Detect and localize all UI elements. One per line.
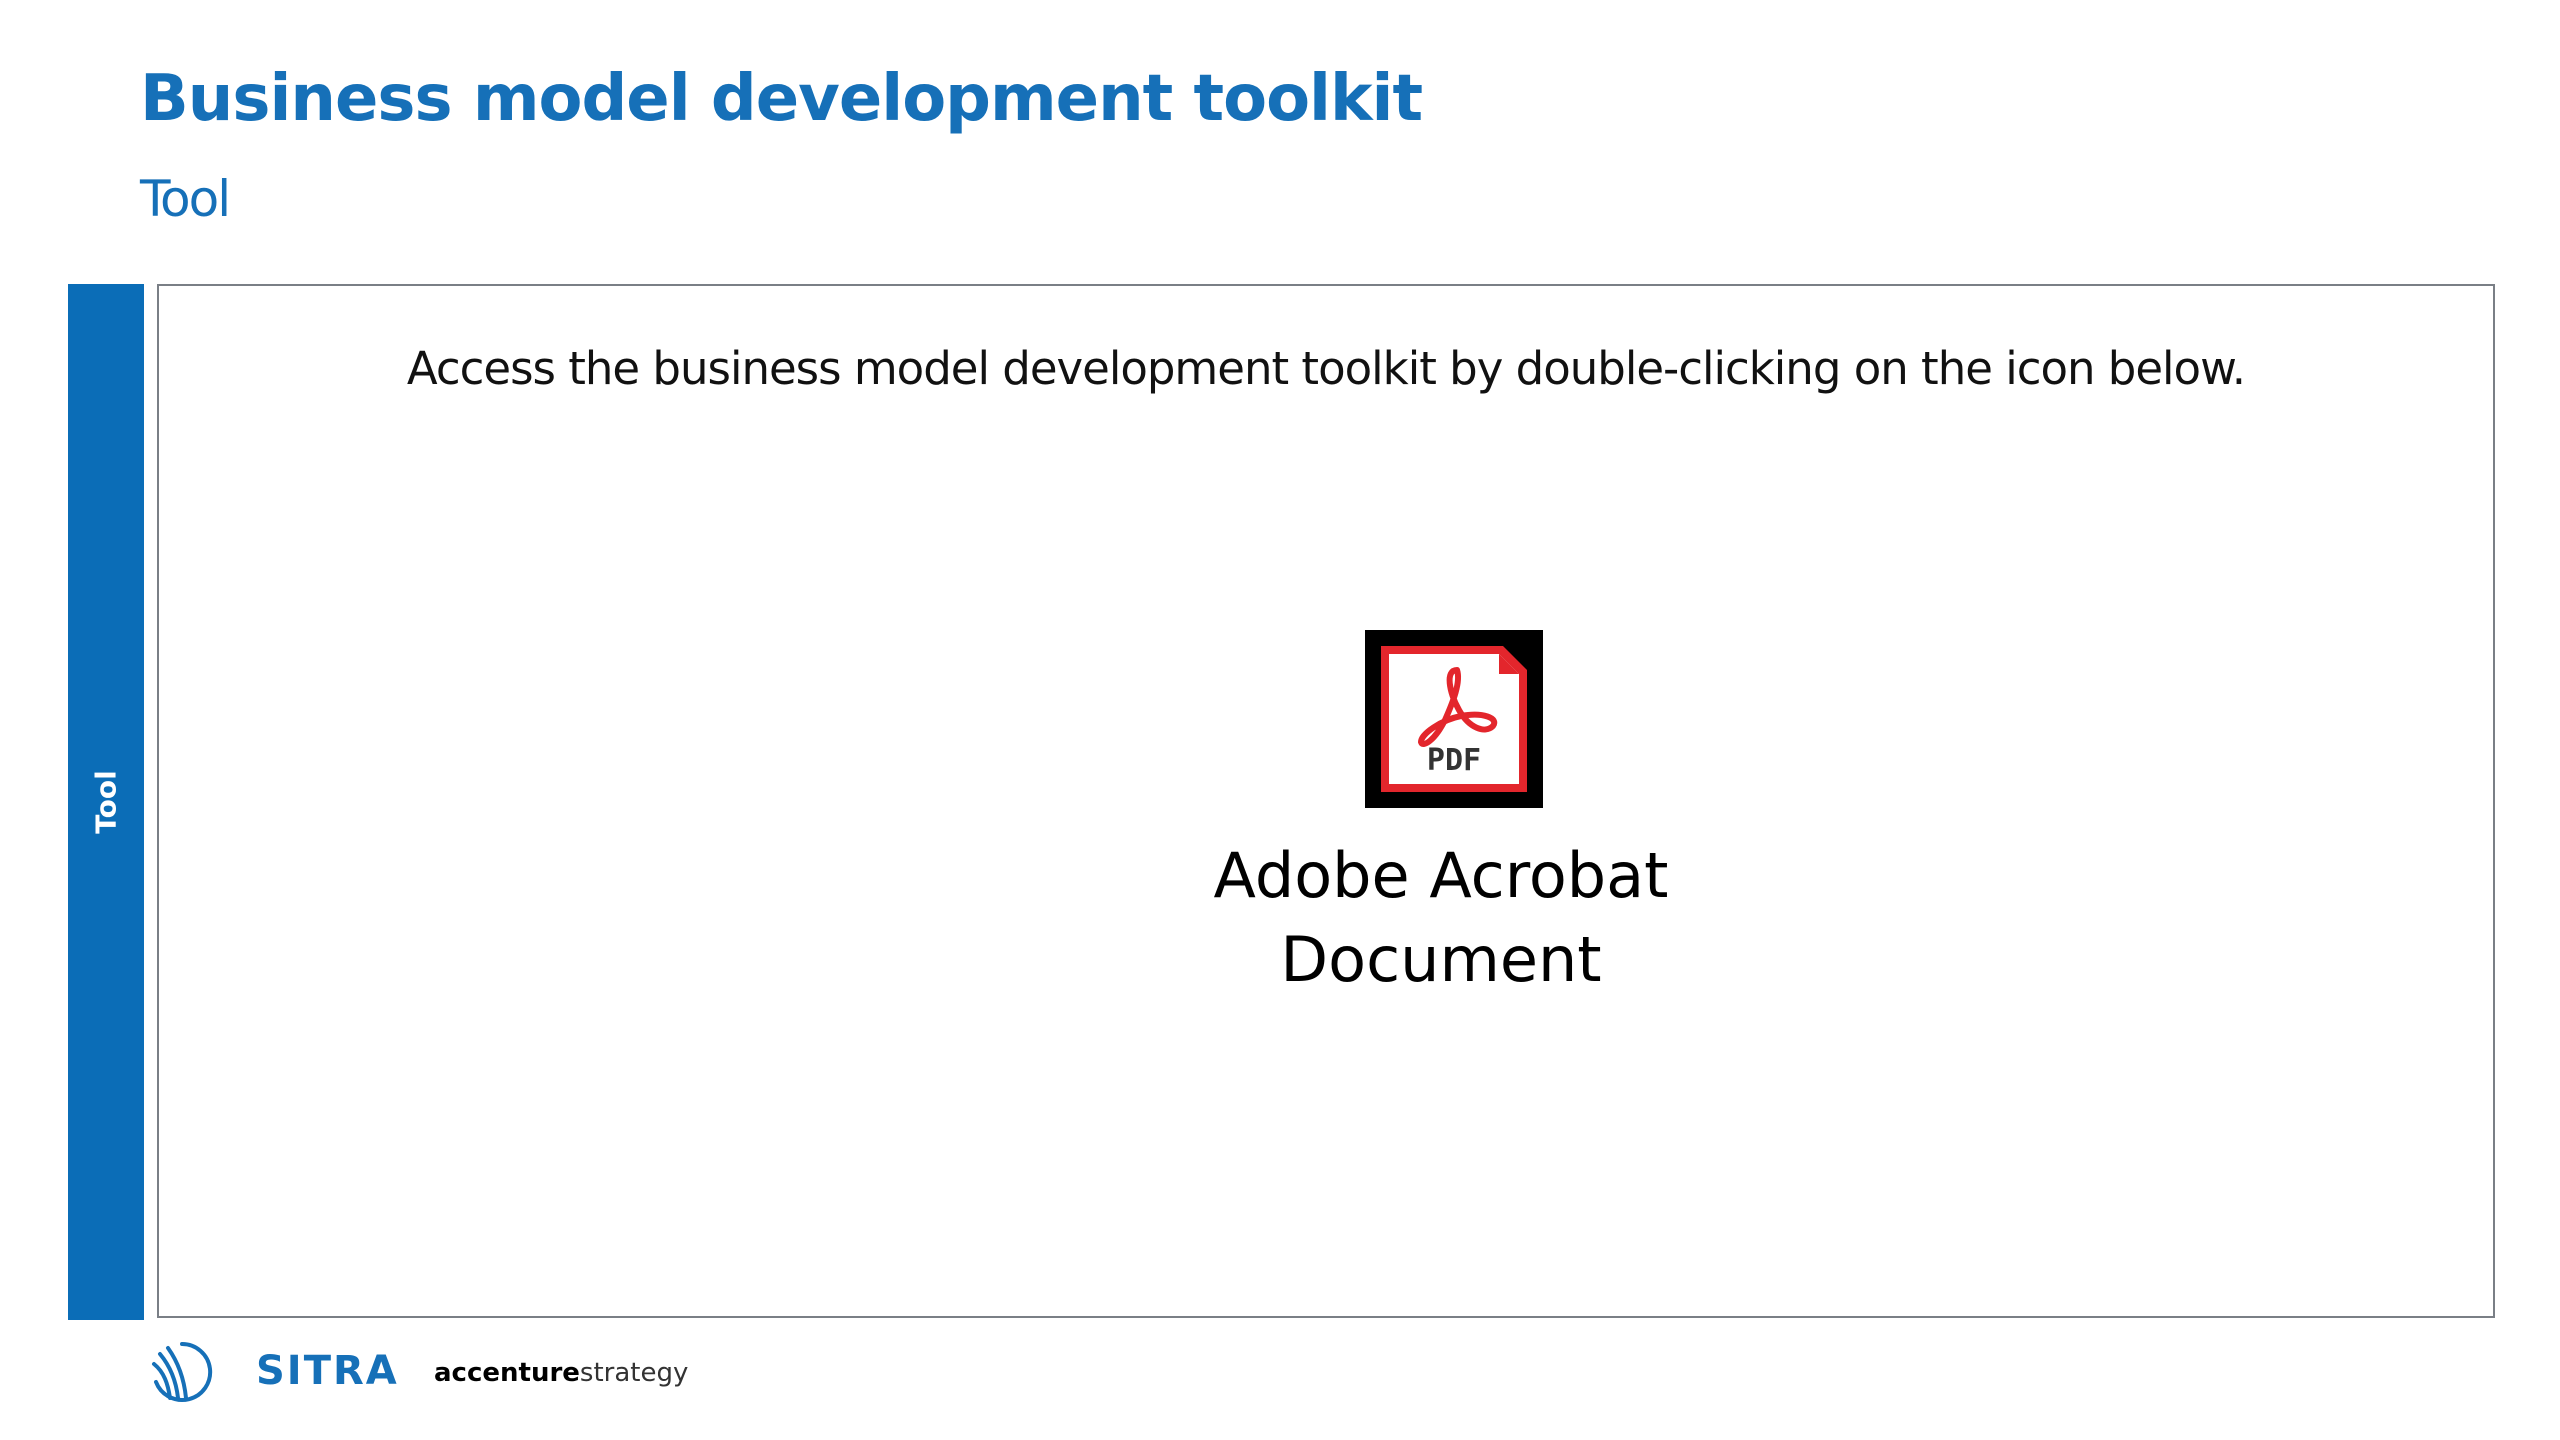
- pdf-caption-line2: Document: [1280, 923, 1602, 996]
- pdf-caption[interactable]: Adobe Acrobat Document: [1191, 834, 1691, 1002]
- page-subtitle: Tool: [140, 170, 231, 228]
- accenture-logo-sub: strategy: [579, 1358, 689, 1388]
- sitra-logo: SITRA: [256, 1348, 399, 1394]
- content-box: Access the business model development to…: [157, 284, 2495, 1318]
- pdf-attachment[interactable]: PDF Adobe Acrobat Document: [1191, 630, 1691, 1010]
- pdf-caption-line1: Adobe Acrobat: [1213, 839, 1669, 912]
- instruction-text: Access the business model development to…: [406, 342, 2246, 395]
- page-title: Business model development toolkit: [140, 62, 1423, 136]
- accenture-logo-main: accenture: [434, 1358, 580, 1388]
- pdf-icon-text: PDF: [1427, 743, 1481, 778]
- sitra-emblem-icon: [146, 1336, 218, 1408]
- accenture-strategy-logo: accenturestrategy: [434, 1358, 688, 1388]
- pdf-file-icon[interactable]: PDF: [1365, 630, 1543, 808]
- footer-logos: SITRA accenturestrategy: [146, 1336, 746, 1408]
- side-bar-label: Tool: [89, 770, 123, 834]
- side-bar: Tool: [68, 284, 144, 1320]
